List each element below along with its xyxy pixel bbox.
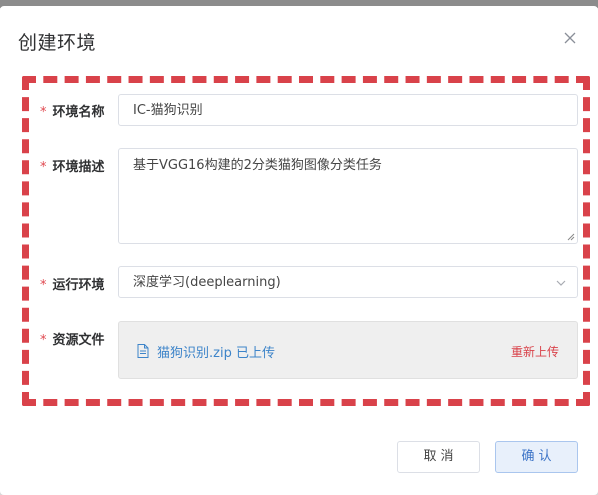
document-icon <box>137 344 149 358</box>
dialog-title: 创建环境 <box>18 32 97 54</box>
close-icon[interactable] <box>560 28 580 48</box>
required-mark: * <box>40 105 47 120</box>
upload-area[interactable]: 猫狗识别.zip 已上传 重新上传 <box>118 321 578 379</box>
runtime-select[interactable]: 深度学习(deeplearning) <box>118 266 578 298</box>
reupload-link[interactable]: 重新上传 <box>511 343 559 360</box>
required-mark: * <box>40 278 47 293</box>
chevron-down-icon[interactable] <box>555 277 567 289</box>
env-name-input[interactable]: IC-猫狗识别 <box>118 94 578 126</box>
env-description-value: 基于VGG16构建的2分类猫狗图像分类任务 <box>133 158 382 173</box>
resource-file-label-text: 资源文件 <box>52 333 105 348</box>
runtime-label-text: 运行环境 <box>52 278 105 293</box>
runtime-value: 深度学习(deeplearning) <box>133 275 281 290</box>
uploaded-file-link[interactable]: 猫狗识别.zip 已上传 <box>157 342 275 361</box>
env-description-label: * 环境描述 <box>40 156 105 175</box>
env-name-value: IC-猫狗识别 <box>133 103 203 118</box>
runtime-label: * 运行环境 <box>40 274 105 293</box>
required-mark: * <box>40 333 47 348</box>
env-description-textarea[interactable]: 基于VGG16构建的2分类猫狗图像分类任务 <box>118 148 578 244</box>
resource-file-label: * 资源文件 <box>40 329 105 348</box>
env-description-label-text: 环境描述 <box>52 160 105 175</box>
resize-grip-icon[interactable] <box>567 233 575 241</box>
env-name-label: * 环境名称 <box>40 101 105 120</box>
cancel-button[interactable]: 取消 <box>397 441 480 473</box>
env-name-label-text: 环境名称 <box>52 105 105 120</box>
required-mark: * <box>40 160 47 175</box>
confirm-button[interactable]: 确认 <box>495 441 578 473</box>
